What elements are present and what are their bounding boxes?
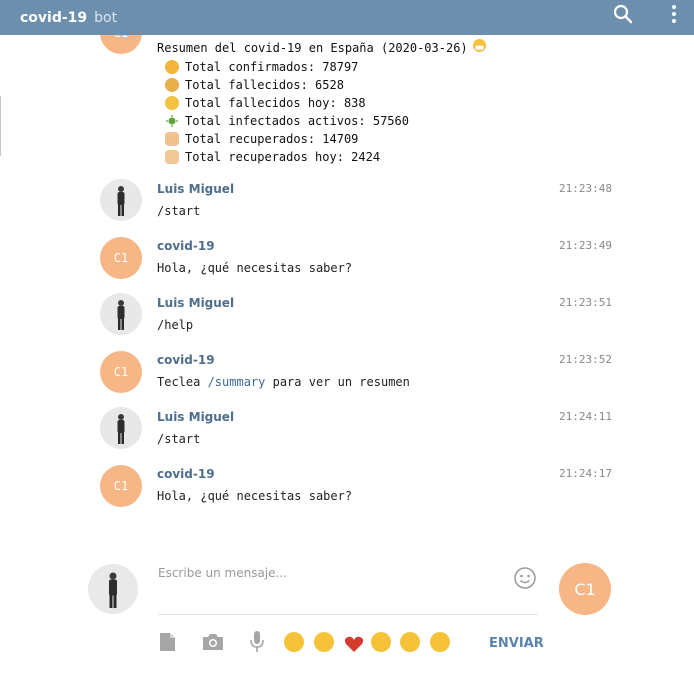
virus-icon [165, 114, 179, 128]
worried-face-icon [165, 60, 179, 74]
laughing-face-icon[interactable] [284, 632, 304, 652]
message-text: Teclea /summary para ver un resumen [157, 375, 410, 389]
summary-line-text: Total confirmados: 78797 [185, 60, 359, 74]
more-vertical-icon[interactable] [664, 3, 684, 25]
composer-toolbar: ENVIAR [0, 630, 694, 660]
grinning-face-icon[interactable] [430, 632, 450, 652]
sad-face-icon [165, 96, 179, 110]
skull-face-icon [165, 78, 179, 92]
message-list[interactable]: C1 Resumen del covid-19 en España (2020-… [0, 35, 694, 550]
send-avatar[interactable]: C1 [559, 563, 611, 615]
message-time: 21:23:52 [559, 353, 612, 366]
summary-line: Total recuperados: 14709 [165, 130, 487, 148]
avatar-initials: C1 [574, 579, 596, 599]
sender-name[interactable]: covid-19 [157, 239, 215, 253]
message-text-part: para ver un resumen [265, 375, 410, 389]
message-time: 21:23:48 [559, 182, 612, 195]
my-avatar[interactable] [88, 564, 138, 614]
document-icon[interactable] [155, 630, 179, 654]
summary-line-text: Total recuperados: 14709 [185, 132, 359, 146]
message-item: Luis Miguel 21:23:48 /start [0, 179, 694, 239]
microphone-icon[interactable] [245, 630, 269, 654]
send-button[interactable]: ENVIAR [489, 636, 544, 651]
chat-header: covid-19 bot [0, 0, 694, 35]
sender-name[interactable]: covid-19 [157, 467, 215, 481]
user-avatar[interactable] [100, 293, 142, 335]
message-time: 21:24:17 [559, 467, 612, 480]
sender-name[interactable]: Luis Miguel [157, 296, 234, 310]
chat-subtitle: bot [94, 9, 118, 26]
smiling-face-icon[interactable] [400, 632, 420, 652]
user-avatar[interactable] [100, 179, 142, 221]
heart-eyes-face-icon[interactable] [371, 632, 391, 652]
bot-avatar[interactable]: C1 [100, 465, 142, 507]
kissing-face-icon[interactable] [314, 632, 334, 652]
message-item: Luis Miguel 21:24:11 /start [0, 407, 694, 467]
summary-line: Total recuperados hoy: 2424 [165, 148, 487, 166]
summary-heading-row: Resumen del covid-19 en España (2020-03-… [157, 38, 487, 58]
message-item: C1 covid-19 21:23:52 Teclea /summary par… [0, 351, 694, 410]
heart-icon[interactable] [342, 632, 366, 656]
summary-line: Total fallecidos hoy: 838 [165, 94, 487, 112]
message-input[interactable] [158, 562, 538, 615]
bot-avatar[interactable]: C1 [100, 351, 142, 393]
summary-line: Total fallecidos: 6528 [165, 76, 487, 94]
message-time: 21:24:11 [559, 410, 612, 423]
message-text: /start [157, 432, 201, 446]
flexed-biceps-icon [165, 132, 179, 146]
summary-line-text: Total fallecidos hoy: 838 [185, 96, 366, 110]
avatar-initials: C1 [114, 35, 128, 40]
summary-heading: Resumen del covid-19 en España (2020-03-… [157, 41, 468, 55]
message-text-part: Teclea [157, 375, 208, 389]
avatar-initials: C1 [113, 479, 129, 493]
search-icon[interactable] [612, 3, 634, 25]
avatar-initials: C1 [113, 251, 129, 265]
bot-avatar[interactable]: C1 [100, 35, 142, 54]
clapping-hands-icon [165, 150, 179, 164]
message-time: 21:23:51 [559, 296, 612, 309]
smiley-icon[interactable] [513, 566, 537, 590]
message-item: C1 covid-19 21:24:17 Hola, ¿qué necesita… [0, 465, 694, 524]
command-link[interactable]: /summary [208, 375, 266, 389]
bot-avatar[interactable]: C1 [100, 237, 142, 279]
message-text: /start [157, 204, 201, 218]
summary-line: Total infectados activos: 57560 [165, 112, 487, 130]
sender-name[interactable]: Luis Miguel [157, 410, 234, 424]
message-text: Hola, ¿qué necesitas saber? [157, 489, 353, 503]
sender-name[interactable]: covid-19 [157, 353, 215, 367]
mask-face-icon [472, 38, 487, 58]
summary-line-text: Total infectados activos: 57560 [185, 114, 409, 128]
message-item: Luis Miguel 21:23:51 /help [0, 293, 694, 353]
summary-line-text: Total recuperados hoy: 2424 [185, 150, 381, 164]
message-time: 21:23:49 [559, 239, 612, 252]
summary-message: Resumen del covid-19 en España (2020-03-… [157, 38, 487, 166]
message-text: /help [157, 318, 194, 332]
sender-name[interactable]: Luis Miguel [157, 182, 234, 196]
summary-line: Total confirmados: 78797 [165, 58, 487, 76]
message-text: Hola, ¿qué necesitas saber? [157, 261, 353, 275]
message-item: C1 covid-19 21:23:49 Hola, ¿qué necesita… [0, 237, 694, 296]
camera-icon[interactable] [201, 630, 225, 654]
chat-title[interactable]: covid-19 [20, 10, 87, 26]
avatar-initials: C1 [113, 365, 129, 379]
summary-line-text: Total fallecidos: 6528 [185, 78, 344, 92]
user-avatar[interactable] [100, 407, 142, 449]
